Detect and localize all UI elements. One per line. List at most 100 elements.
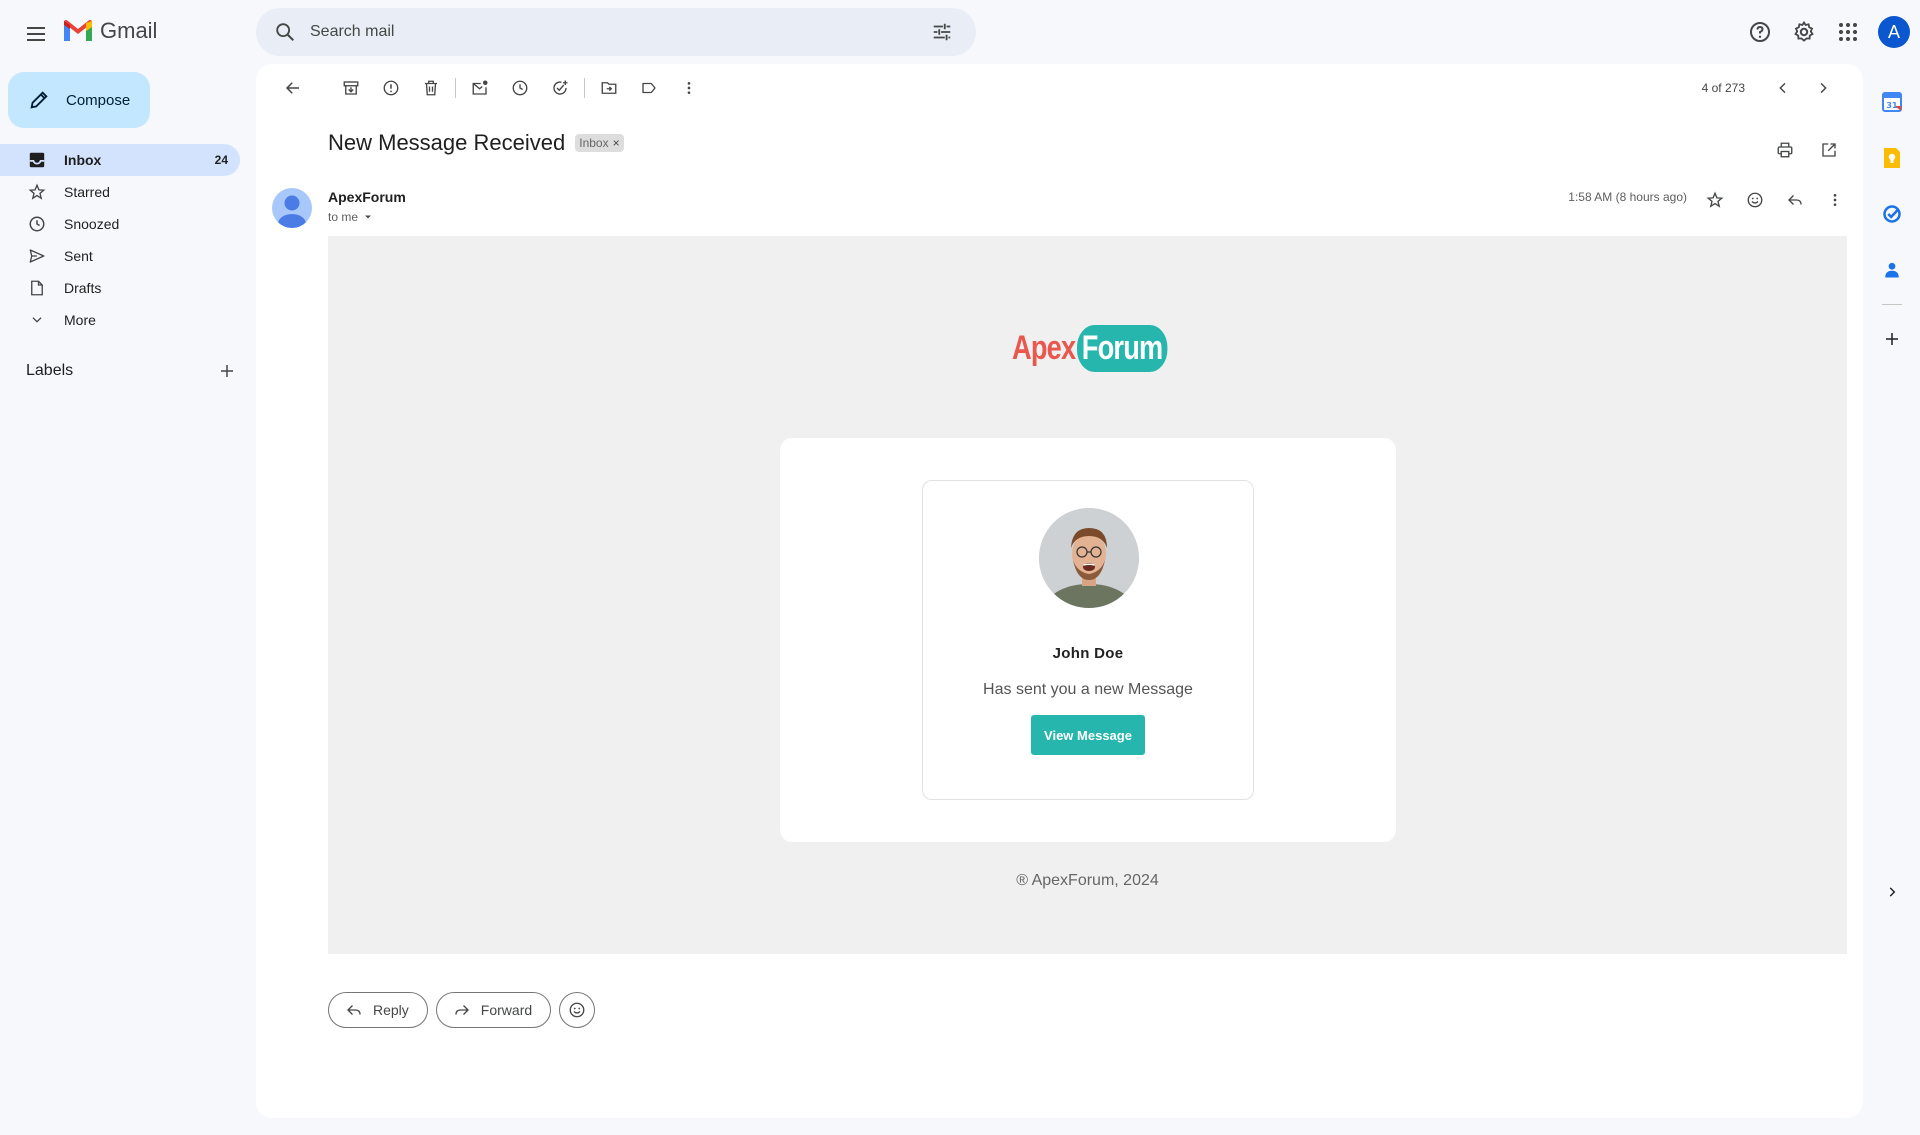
labels-heading: Labels: [26, 362, 74, 379]
apps-icon[interactable]: [1826, 12, 1870, 52]
add-task-icon: [553, 80, 568, 95]
profile-name: John Doe: [1052, 645, 1124, 662]
side-panel: 31: [1870, 74, 1914, 367]
chevron-right-icon: [1820, 82, 1827, 94]
trash-icon: [425, 80, 437, 96]
back-button[interactable]: [273, 68, 313, 108]
tune-icon[interactable]: [922, 12, 962, 52]
gmail-m-icon: [64, 20, 92, 41]
tasks-icon: [1883, 205, 1901, 223]
settings-icon[interactable]: [1782, 12, 1826, 52]
unread-count: 24: [214, 153, 228, 167]
reply-icon-button[interactable]: [1775, 180, 1815, 220]
sidebar-item-label: Drafts: [64, 280, 102, 296]
move-to-icon: [601, 82, 617, 94]
get-add-ons-button[interactable]: [1870, 311, 1914, 367]
chevron-down-icon: [27, 310, 47, 330]
account-avatar[interactable]: A: [1878, 16, 1910, 48]
plus-icon[interactable]: [218, 362, 236, 380]
label-chip[interactable]: Inbox ×: [575, 134, 624, 152]
menu-icon: [27, 27, 45, 41]
sidebar-item-label: Inbox: [64, 152, 102, 168]
message-toolbar: 4 of 273: [256, 64, 1863, 112]
compose-button[interactable]: Compose: [8, 72, 150, 128]
clock-icon: [27, 214, 47, 234]
contacts-icon: [1885, 262, 1899, 278]
sidebar-item-snoozed[interactable]: Snoozed: [0, 208, 240, 240]
snooze-button[interactable]: [500, 68, 540, 108]
sidebar-item-label: Sent: [64, 248, 93, 264]
calendar-button[interactable]: 31: [1870, 74, 1914, 130]
more-vert-icon: [687, 82, 691, 94]
sidebar-item-drafts[interactable]: Drafts: [0, 272, 240, 304]
print-icon: [1777, 142, 1793, 158]
react-button[interactable]: [559, 992, 596, 1028]
top-right-actions: A: [1738, 12, 1920, 52]
add-to-tasks-button[interactable]: [540, 68, 580, 108]
email-footer: ® ApexForum, 2024: [1016, 872, 1159, 889]
search-input[interactable]: [310, 23, 922, 41]
reply-actions: Reply Forward: [328, 992, 596, 1028]
message-actions: [1695, 180, 1855, 220]
delete-button[interactable]: [411, 68, 451, 108]
more-options-button[interactable]: [669, 68, 709, 108]
emoji-icon: [569, 1002, 585, 1018]
sidebar-item-inbox[interactable]: Inbox 24: [0, 144, 240, 176]
remove-label-icon[interactable]: ×: [613, 136, 620, 150]
sidebar-item-sent[interactable]: Sent: [0, 240, 240, 272]
contacts-button[interactable]: [1870, 242, 1914, 298]
star-button[interactable]: [1695, 180, 1735, 220]
help-icon[interactable]: [1738, 12, 1782, 52]
message-subject: New Message Received: [328, 130, 566, 155]
keep-button[interactable]: [1870, 130, 1914, 186]
recipient-text: to me: [328, 210, 359, 224]
toolbar-divider: [584, 78, 585, 98]
email-body: Apex Forum John Doe Has sent you a new M…: [328, 236, 1847, 954]
message-more-button[interactable]: [1815, 180, 1855, 220]
open-in-new-window-button[interactable]: [1809, 130, 1849, 170]
calendar-icon: 31: [1882, 92, 1902, 112]
subject-actions: [1765, 130, 1849, 170]
older-button[interactable]: [1803, 68, 1843, 108]
move-to-button[interactable]: [589, 68, 629, 108]
newer-button[interactable]: [1763, 68, 1803, 108]
forward-icon: [455, 1005, 469, 1015]
mark-unread-button[interactable]: [460, 68, 500, 108]
search-icon[interactable]: [270, 17, 300, 47]
show-side-panel-button[interactable]: [1876, 876, 1908, 908]
labels-button[interactable]: [629, 68, 669, 108]
view-message-button[interactable]: View Message: [1031, 715, 1145, 755]
archive-button[interactable]: [331, 68, 371, 108]
more-vert-icon: [1833, 194, 1837, 206]
pencil-icon: [30, 91, 48, 109]
open-new-window-icon: [1822, 143, 1836, 157]
profile-photo: [1039, 508, 1139, 608]
sidebar-item-starred[interactable]: Starred: [0, 176, 240, 208]
recipient-details[interactable]: to me: [328, 210, 374, 224]
snooze-icon: [512, 80, 528, 96]
reply-button[interactable]: Reply: [328, 992, 428, 1028]
message-timestamp: 1:58 AM (8 hours ago): [1568, 190, 1687, 204]
mark-unread-icon: [472, 80, 488, 95]
main-menu-button[interactable]: [18, 16, 54, 52]
report-icon: [383, 80, 399, 96]
subject-row: New Message Received Inbox ×: [328, 130, 624, 156]
brand-text-forum: Forum: [1077, 324, 1168, 372]
label-icon: [642, 82, 656, 94]
profile-card: John Doe Has sent you a new Message View…: [922, 480, 1254, 800]
search-bar[interactable]: [256, 8, 976, 56]
chevron-left-icon: [1779, 82, 1786, 94]
report-spam-button[interactable]: [371, 68, 411, 108]
sender-name[interactable]: ApexForum: [328, 189, 406, 205]
tasks-button[interactable]: [1870, 186, 1914, 242]
pagination: 4 of 273: [1702, 68, 1843, 108]
print-button[interactable]: [1765, 130, 1805, 170]
reply-label: Reply: [373, 1002, 409, 1018]
add-reaction-button[interactable]: [1735, 180, 1775, 220]
pagination-text: 4 of 273: [1701, 81, 1745, 95]
sender-avatar[interactable]: [272, 188, 312, 228]
forward-button[interactable]: Forward: [435, 992, 552, 1028]
sidebar-item-more[interactable]: More: [0, 304, 240, 336]
gmail-logo[interactable]: Gmail: [62, 18, 157, 44]
plus-icon: [1886, 333, 1898, 345]
